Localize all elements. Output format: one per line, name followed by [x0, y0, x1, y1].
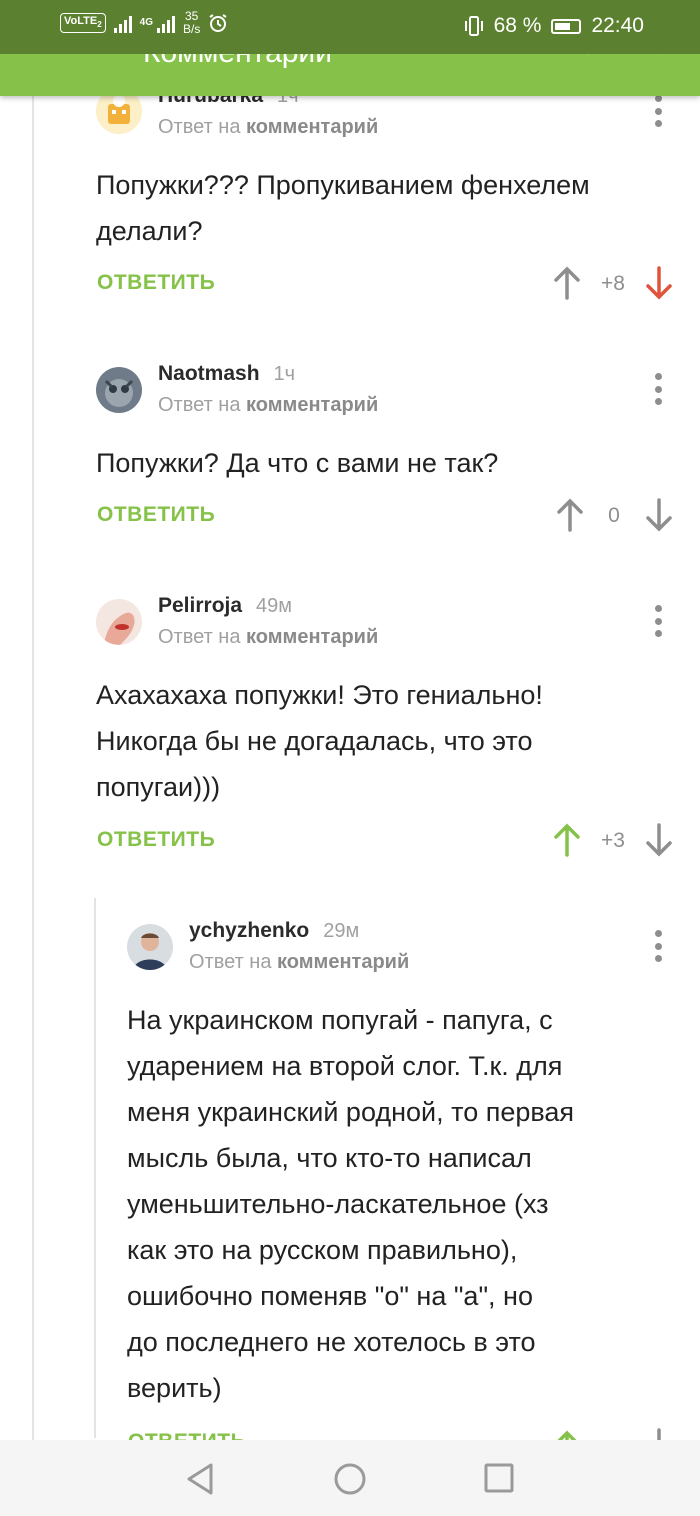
- downvote-arrow-icon[interactable]: [645, 266, 673, 300]
- reply-to-link[interactable]: комментарий: [246, 394, 378, 416]
- more-options-icon[interactable]: [653, 373, 663, 405]
- navigation-bar: [0, 1440, 700, 1516]
- comment-author[interactable]: Pelirroja 49м: [158, 594, 292, 618]
- downvote-arrow-icon[interactable]: [645, 823, 673, 857]
- comment-author[interactable]: Naotmash 1ч: [158, 362, 295, 386]
- sort-icon[interactable]: [578, 54, 598, 62]
- comment-text: На украинском попугай - папуга, с ударен…: [127, 1005, 575, 1403]
- more-options-icon[interactable]: [653, 95, 663, 127]
- reply-button[interactable]: ОТВЕТИТЬ: [97, 828, 215, 852]
- recents-square-icon[interactable]: [483, 1462, 515, 1494]
- reply-to-link[interactable]: комментарий: [277, 951, 409, 973]
- thread-line: [32, 96, 34, 1440]
- avatar[interactable]: [127, 924, 173, 970]
- upvote-arrow-icon[interactable]: [553, 266, 581, 300]
- app-toolbar: Комментарии: [0, 54, 700, 96]
- upvote-arrow-icon[interactable]: [553, 823, 581, 857]
- comment-time: 1ч: [273, 363, 296, 385]
- volte-icon: VoLTE2: [60, 12, 106, 34]
- reply-to-label: Ответ на комментарий: [158, 116, 379, 138]
- avatar[interactable]: [96, 367, 142, 413]
- downvote-arrow-icon[interactable]: [645, 498, 673, 532]
- clock: 22:40: [591, 14, 644, 37]
- reply-to-label: Ответ на комментарий: [189, 951, 410, 973]
- comment-time: 29м: [323, 920, 360, 942]
- reply-to-label: Ответ на комментарий: [158, 394, 379, 416]
- signal-icon: [113, 13, 132, 33]
- toolbar-title: Комментарии: [143, 54, 332, 70]
- reply-to-label: Ответ на комментарий: [158, 626, 379, 648]
- reply-button[interactable]: ОТВЕТИТЬ: [97, 503, 215, 527]
- vibrate-icon: [464, 15, 484, 37]
- comment-score: +8: [601, 272, 625, 295]
- reply-to-link[interactable]: комментарий: [246, 116, 378, 138]
- home-circle-icon[interactable]: [333, 1462, 367, 1496]
- nested-thread-line: [94, 898, 96, 1438]
- comment-score: 0: [608, 504, 620, 527]
- back-triangle-icon[interactable]: [184, 1462, 216, 1496]
- reply-to-link[interactable]: комментарий: [246, 626, 378, 648]
- comment-text: Попужки? Да что с вами не так?: [96, 448, 499, 478]
- reply-button[interactable]: ОТВЕТИТЬ: [97, 271, 215, 295]
- comment-text: Попужки??? Пропукиванием фенхелем делали…: [96, 170, 590, 246]
- avatar[interactable]: [96, 599, 142, 645]
- network-type: 4G: [139, 17, 153, 28]
- status-bar: VoLTE2 4G 35 B/s 68 % 22:40: [0, 0, 700, 54]
- signal-icon-2: [157, 13, 175, 33]
- battery-icon: [551, 18, 582, 34]
- more-options-icon[interactable]: [653, 930, 663, 962]
- alarm-icon: [208, 13, 228, 33]
- upvote-arrow-icon[interactable]: [556, 498, 584, 532]
- network-speed: 35 B/s: [183, 9, 201, 36]
- comment-text: Ахахахаха попужки! Это гениально! Никогд…: [96, 680, 543, 802]
- battery-percent: 68 %: [493, 14, 542, 37]
- more-options-icon[interactable]: [653, 605, 663, 637]
- menu-icon[interactable]: [648, 54, 668, 62]
- comment-author[interactable]: ychyzhenko 29м: [189, 919, 359, 943]
- comment-score: +3: [601, 829, 625, 852]
- comment-time: 49м: [256, 595, 293, 617]
